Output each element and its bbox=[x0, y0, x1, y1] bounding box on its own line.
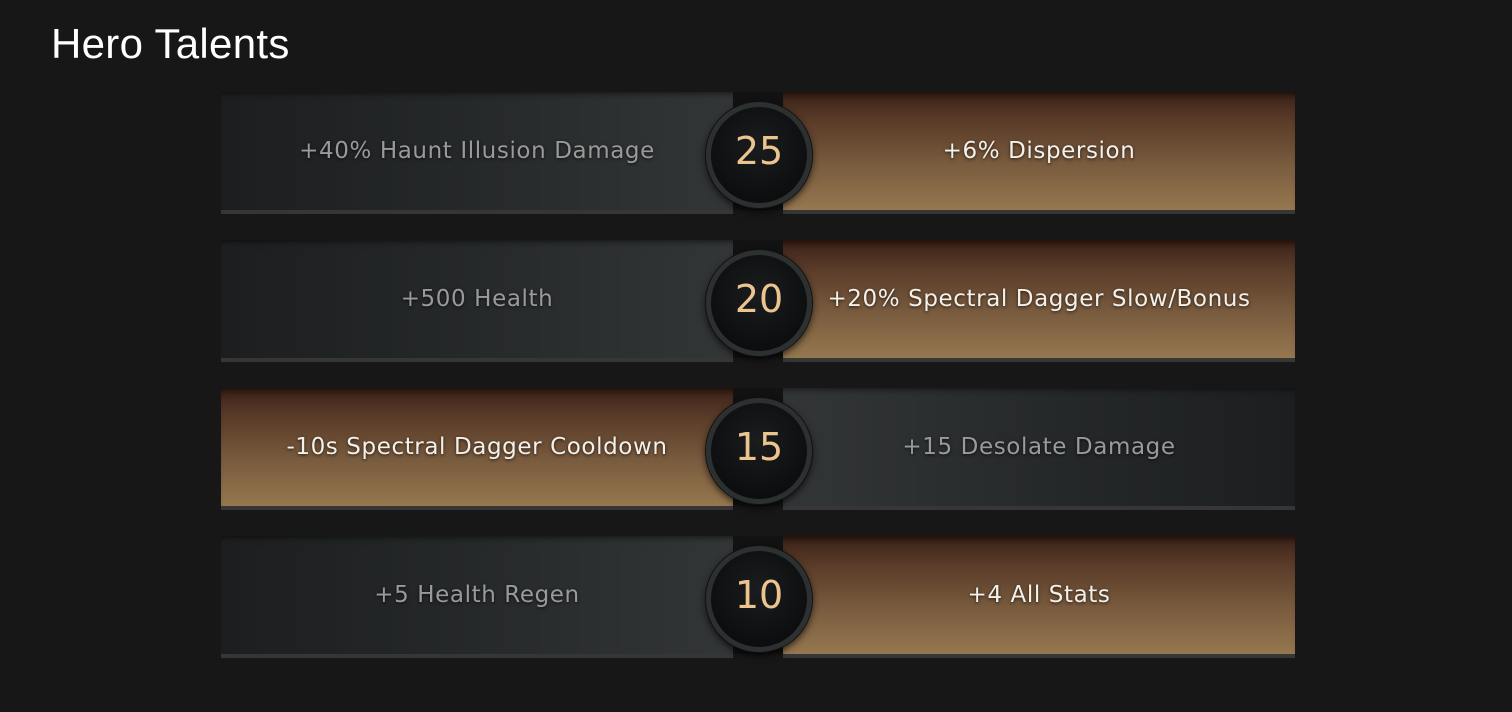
talent-label: +15 Desolate Damage bbox=[902, 434, 1176, 460]
talent-tier-25: +40% Haunt Illusion Damage +6% Dispersio… bbox=[221, 92, 1295, 216]
level-number: 15 bbox=[734, 425, 784, 469]
talent-label: +5 Health Regen bbox=[374, 582, 580, 608]
talent-label: +6% Dispersion bbox=[942, 138, 1136, 164]
level-number: 10 bbox=[734, 573, 784, 617]
talent-label: +20% Spectral Dagger Slow/Bonus bbox=[827, 286, 1251, 312]
level-badge: 20 bbox=[706, 250, 812, 356]
talent-label: +40% Haunt Illusion Damage bbox=[299, 138, 655, 164]
talent-option-right-15[interactable]: +15 Desolate Damage bbox=[783, 388, 1295, 510]
talent-tree: +40% Haunt Illusion Damage +6% Dispersio… bbox=[221, 92, 1295, 684]
talent-option-left-25[interactable]: +40% Haunt Illusion Damage bbox=[221, 92, 733, 214]
talent-option-right-10[interactable]: +4 All Stats bbox=[783, 536, 1295, 658]
level-number: 25 bbox=[734, 129, 784, 173]
talent-tier-15: -10s Spectral Dagger Cooldown +15 Desola… bbox=[221, 388, 1295, 512]
level-badge: 15 bbox=[706, 398, 812, 504]
level-badge: 10 bbox=[706, 546, 812, 652]
talent-label: +4 All Stats bbox=[967, 582, 1111, 608]
level-badge: 25 bbox=[706, 102, 812, 208]
talent-option-left-20[interactable]: +500 Health bbox=[221, 240, 733, 362]
talent-option-left-15[interactable]: -10s Spectral Dagger Cooldown bbox=[221, 388, 733, 510]
talent-label: -10s Spectral Dagger Cooldown bbox=[286, 434, 668, 460]
talent-tier-20: +500 Health +20% Spectral Dagger Slow/Bo… bbox=[221, 240, 1295, 364]
talent-option-right-20[interactable]: +20% Spectral Dagger Slow/Bonus bbox=[783, 240, 1295, 362]
page-title: Hero Talents bbox=[51, 20, 290, 67]
talent-option-right-25[interactable]: +6% Dispersion bbox=[783, 92, 1295, 214]
level-number: 20 bbox=[734, 277, 784, 321]
talent-label: +500 Health bbox=[400, 286, 554, 312]
talent-option-left-10[interactable]: +5 Health Regen bbox=[221, 536, 733, 658]
talent-tier-10: +5 Health Regen +4 All Stats 10 bbox=[221, 536, 1295, 660]
